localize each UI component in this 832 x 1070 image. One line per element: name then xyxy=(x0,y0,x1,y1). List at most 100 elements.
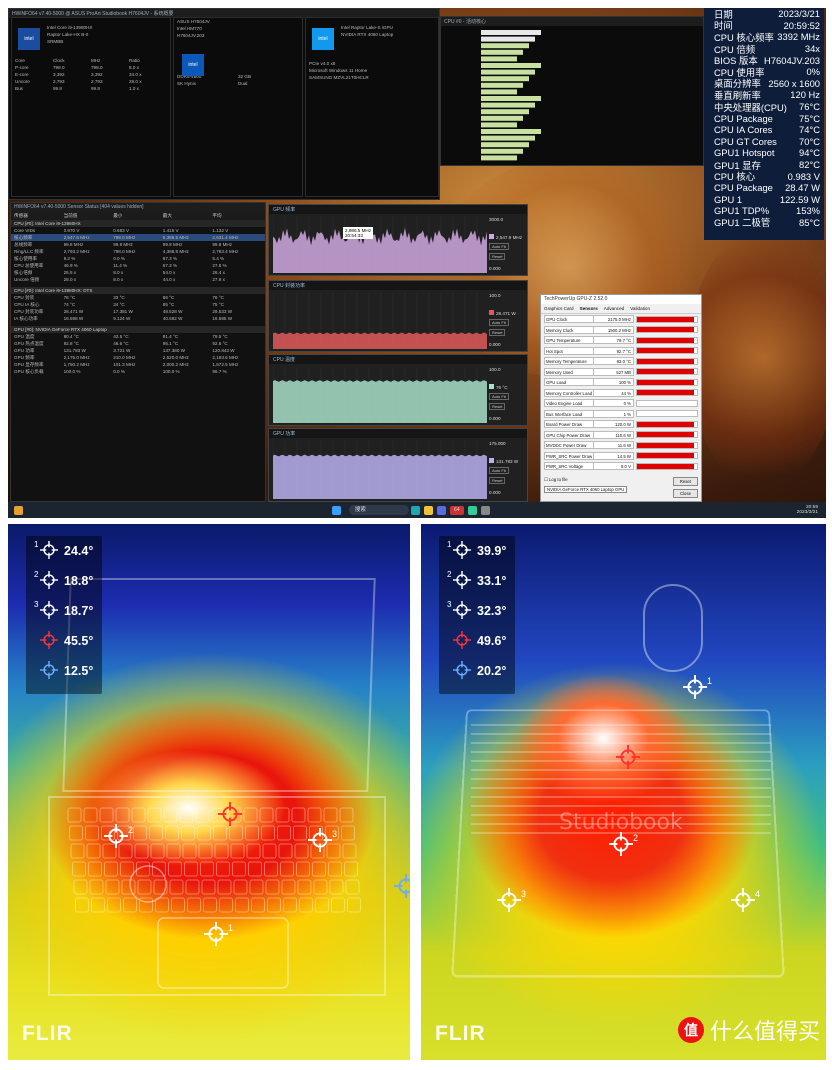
gpuz-sensor-label[interactable]: PWR_SRC Power Draw xyxy=(544,451,594,460)
gpuz-sensor-label[interactable]: Memory Used xyxy=(544,367,594,376)
keyboard-key xyxy=(248,861,262,877)
hwinfo-column-header[interactable]: 平均 xyxy=(212,213,262,219)
app-icon[interactable] xyxy=(467,505,477,515)
hwinfo-row[interactable]: 核心倍频 25.5 x 8.0 x 54.0 x 26.4 x xyxy=(11,269,265,276)
weather-icon[interactable] xyxy=(14,505,23,515)
gpuz-sensor-label[interactable]: Board Power Draw xyxy=(544,420,594,429)
gpuz-sensor-label[interactable]: Memory Temperature xyxy=(544,357,594,366)
graph-current-value: 2,547.9 MHz xyxy=(496,235,523,240)
thermal-image-keyboard: 1 24.4° 2 18.8° 3 18.7° 45.5° 12.5° 1 2 3 FLIR xyxy=(8,524,410,1060)
hwinfo-column-header[interactable]: 最小 xyxy=(113,213,163,219)
gpuz-sensor-label[interactable]: Hot Spot xyxy=(544,346,594,355)
graph-reset-button[interactable]: Reset xyxy=(489,253,506,260)
hwinfo-cell: 81.4 °C xyxy=(162,334,179,339)
hwinfo-cell: 2,547.6 MHz xyxy=(63,235,90,240)
hwinfo-row[interactable]: CPU 封装功率 28.471 W 17.381 W 48.528 W 29.533 W xyxy=(11,308,265,315)
graph-plot xyxy=(273,293,487,349)
hwinfo-row[interactable]: GPU 温度 80.4 °C 42.5 °C 81.4 °C 79.5 °C xyxy=(11,333,265,340)
close-button[interactable]: Close xyxy=(673,489,698,498)
gpuz-tab[interactable]: Sensors xyxy=(580,306,598,311)
gpuz-sensor-graph xyxy=(636,389,698,397)
osd-value: 82°C xyxy=(799,159,820,171)
gpuz-sensor-label[interactable]: GPU Clock xyxy=(544,315,594,324)
hwinfo-column-header[interactable]: 当前值 xyxy=(64,213,114,219)
hwinfo-row[interactable]: GPU 显存频率 1,750.2 MHz 101.3 MHz 2,000.2 MHz 1… xyxy=(11,361,265,368)
hwinfo-cell: 44.0 x xyxy=(162,277,176,282)
hwinfo-section[interactable]: CPU [#0]: Intel Core i9-13980HX: DTS xyxy=(11,287,265,294)
hwinfo-row[interactable]: 核心频率 2,547.6 MHz 798.0 MHz 5,386.5 MHz 2,631… xyxy=(11,234,265,241)
keyboard-key xyxy=(315,897,329,913)
hwinfo-row[interactable]: IA 核心功率 16.598 W 9.124 W 40.582 W 16.585 W xyxy=(11,315,265,322)
graph-auto-fit-button[interactable]: Auto Fit xyxy=(489,393,509,400)
start-icon[interactable] xyxy=(331,505,341,515)
hwinfo-column-header[interactable]: 最大 xyxy=(163,213,213,219)
hwinfo-row[interactable]: GPU 核心负载 100.0 % 0.0 % 100.0 % 96.7 % xyxy=(11,368,265,375)
hwinfo-row[interactable]: GPU 热点温度 92.8 °C 46.6 °C 95.1 °C 92.6 °C xyxy=(11,340,265,347)
keyboard-key xyxy=(182,843,197,859)
hwinfo-row[interactable]: CPU 封装 76 °C 33 °C 86 °C 76 °C xyxy=(11,294,265,301)
keyboard-key xyxy=(115,807,130,823)
reset-button[interactable]: Reset xyxy=(672,477,698,486)
graph-auto-fit-button[interactable]: Auto Fit xyxy=(489,243,509,250)
desktop-screenshot: HWiNFO64 v7.40-5000 @ ASUS ProArt Studio… xyxy=(8,8,826,518)
gpuz-sensor-label[interactable]: Bus Interface Load xyxy=(544,409,594,418)
hwinfo-row[interactable]: 核心使用率 9.2 % 0.0 % 87.3 % 5.4 % xyxy=(11,255,265,262)
app-icon[interactable] xyxy=(480,505,490,515)
gpuz-tabs[interactable]: Graphics Card Sensors Advanced Validation xyxy=(541,304,701,314)
search-box[interactable]: 搜索 xyxy=(348,505,409,515)
gpuz-sensor-label[interactable]: GPU Load xyxy=(544,378,594,387)
keyboard-key xyxy=(72,861,86,877)
keyboard-key xyxy=(104,861,118,877)
hwinfo-row[interactable]: 总线频率 99.8 MHz 99.8 MHz 99.8 MHz 99.8 MHz xyxy=(11,241,265,248)
graph-reset-button[interactable]: Reset xyxy=(489,329,506,336)
hwinfo-header: 传感器 当前值 最小 最大 平均 xyxy=(11,212,265,220)
hwinfo-section[interactable]: CPU [#0]: Intel Core i9-13980HX xyxy=(11,220,265,227)
gpuz-tab[interactable]: Graphics Card xyxy=(544,306,574,311)
hwinfo-cell: 11.4 % xyxy=(113,263,128,268)
hwinfo-section[interactable]: GPU [#0]: NVIDIA GeForce RTX 4060 Laptop xyxy=(11,326,265,333)
hwinfo-table[interactable]: CPU [#0]: Intel Core i9-13980HX Core VIDs… xyxy=(11,220,265,379)
graph-auto-fit-button[interactable]: Auto Fit xyxy=(489,319,509,326)
gpuz-sensor-label[interactable]: MVDDC Power Draw xyxy=(544,441,594,450)
gpuz-graph-fill xyxy=(637,453,694,459)
explorer-icon[interactable] xyxy=(423,505,433,515)
reading-crosshair-icon xyxy=(453,540,477,562)
hwinfo-cell: 46.9 % xyxy=(63,263,78,268)
hwinfo-row[interactable]: Core VIDs 0.970 V 0.683 V 1.415 V 1.132 V xyxy=(11,227,265,234)
hwinfo-row[interactable]: GPU 功率 131.783 W 3.721 W 137.380 W 120.843 W xyxy=(11,347,265,354)
hwinfo-taskbar-badge[interactable]: 64 xyxy=(449,505,464,515)
clock[interactable]: 20:59 2023/3/21 xyxy=(797,505,818,515)
gpuz-sensor-label[interactable]: Video Engine Load xyxy=(544,399,594,408)
hwinfo-row[interactable]: CPU IA 核心 74 °C 34 °C 85 °C 75 °C xyxy=(11,301,265,308)
keyboard-key xyxy=(235,897,249,913)
graph-reset-button[interactable]: Reset xyxy=(489,477,506,484)
cpu-summary-pane: intel Intel Core i9-13980HX Raptor Lake-… xyxy=(11,17,171,197)
hwinfo-row[interactable]: CPU 总使用率 46.9 % 11.4 % 67.3 % 27.6 % xyxy=(11,262,265,269)
gpuz-sensor-label[interactable]: Memory Controller Load xyxy=(544,388,594,397)
hwinfo-row[interactable]: GPU 频率 2,175.0 MHz 210.0 MHz 2,520.0 MHz 2,1… xyxy=(11,354,265,361)
hwinfo-row[interactable]: Uncore 倍频 28.0 x 8.0 x 44.0 x 27.9 x xyxy=(11,276,265,283)
gpuz-sensor-label[interactable]: Memory Clock xyxy=(544,325,594,334)
graph-reset-button[interactable]: Reset xyxy=(489,403,506,410)
keyboard-key xyxy=(217,879,232,895)
graph-auto-fit-button[interactable]: Auto Fit xyxy=(489,467,509,474)
edge-icon[interactable] xyxy=(410,505,420,515)
keyboard-key xyxy=(243,807,258,823)
gpuz-sensor-label[interactable]: GPU Temperature xyxy=(544,336,594,345)
gpu-select[interactable]: NVIDIA GeForce RTX 4060 Laptop GPU xyxy=(544,486,628,493)
gpuz-sensor-label[interactable]: GPU Chip Power Draw xyxy=(544,430,594,439)
crosshair-icon xyxy=(308,828,332,852)
hwinfo-row[interactable]: Ring/LLC 频率 2,793.2 MHz 798.0 MHz 4,388.8 M… xyxy=(11,248,265,255)
gpuz-tab[interactable]: Advanced xyxy=(604,306,624,311)
store-icon[interactable] xyxy=(436,505,446,515)
gpuz-sensor-label[interactable]: PWR_SRC Voltage xyxy=(544,462,594,471)
keyboard-key xyxy=(133,825,147,841)
crosshair-icon xyxy=(453,570,471,589)
keyboard-key xyxy=(131,807,146,823)
gpuz-tab[interactable]: Validation xyxy=(630,306,650,311)
gpuz-sensor-row: PWR_SRC Power Draw 14.5 W xyxy=(541,451,701,462)
gpuz-sensor-row: Memory Controller Load 44 % xyxy=(541,388,701,399)
log-to-file-checkbox[interactable]: ☐ Log to file xyxy=(544,477,627,483)
hwinfo-cell: 27.9 x xyxy=(212,277,225,282)
hwinfo-column-header[interactable]: 传感器 xyxy=(14,213,64,219)
